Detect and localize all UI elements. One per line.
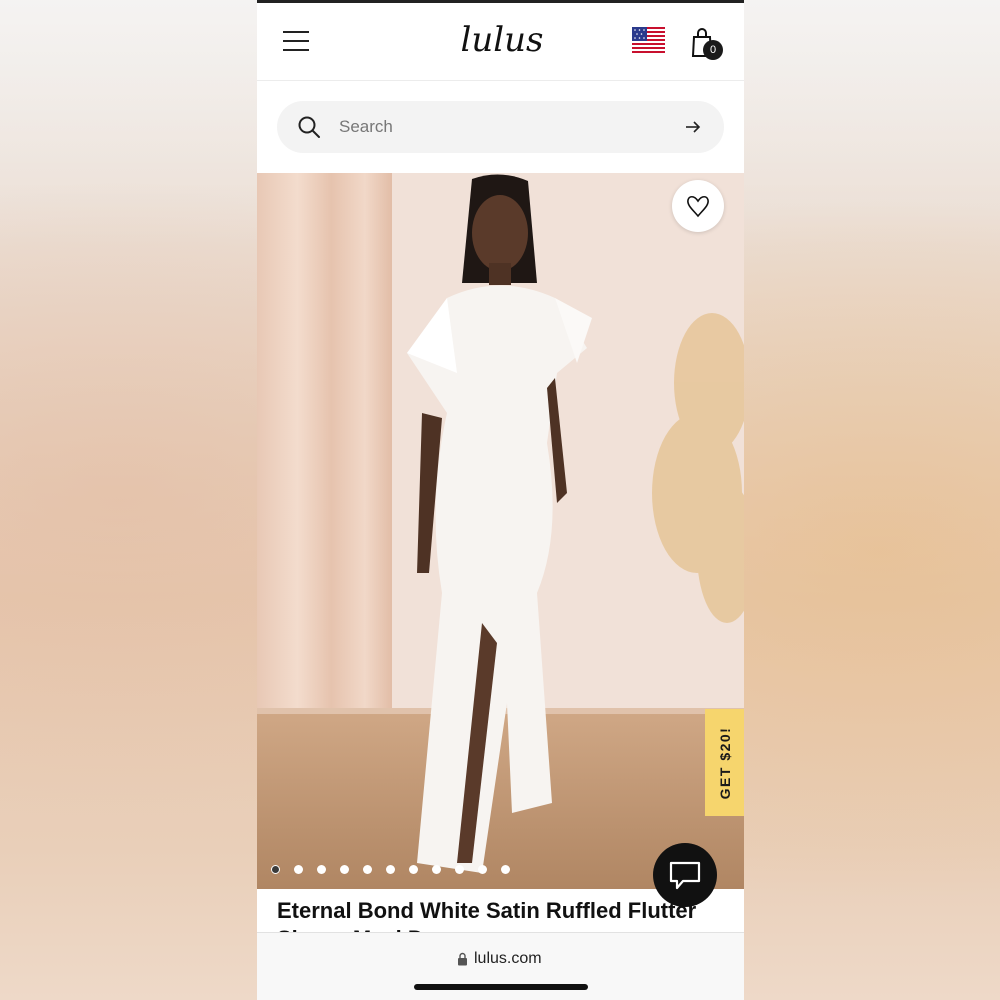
search-bar[interactable] xyxy=(277,101,724,153)
site-header: lulus 0 xyxy=(257,3,744,81)
menu-icon[interactable] xyxy=(283,31,309,51)
carousel-dot[interactable] xyxy=(432,865,441,874)
carousel-dot[interactable] xyxy=(271,865,280,874)
phone-screen: lulus 0 Search GET $20! Eternal Bond Whi… xyxy=(257,0,744,1000)
svg-text:lulus: lulus xyxy=(461,20,544,60)
carousel-dot[interactable] xyxy=(455,865,464,874)
search-input[interactable] xyxy=(339,114,659,140)
url-text: lulus.com xyxy=(474,950,542,967)
lulus-logo[interactable]: lulus xyxy=(447,15,557,65)
lock-icon xyxy=(458,952,467,966)
chat-button[interactable] xyxy=(653,843,717,907)
product-image[interactable]: GET $20! xyxy=(257,173,744,889)
home-indicator xyxy=(414,984,588,990)
arrow-right-icon[interactable] xyxy=(684,118,702,136)
wishlist-button[interactable] xyxy=(672,180,724,232)
browser-url-bar[interactable]: lulus.com xyxy=(257,932,744,1000)
heart-icon xyxy=(687,195,709,218)
chat-icon xyxy=(669,861,701,890)
carousel-dot[interactable] xyxy=(294,865,303,874)
carousel-dot[interactable] xyxy=(386,865,395,874)
promo-label: GET $20! xyxy=(716,726,733,799)
carousel-dot[interactable] xyxy=(363,865,372,874)
carousel-dot[interactable] xyxy=(409,865,418,874)
cart-count-badge: 0 xyxy=(703,40,723,60)
search-icon xyxy=(298,116,320,138)
carousel-dot[interactable] xyxy=(340,865,349,874)
product-photo-illustration xyxy=(257,173,744,889)
carousel-dot[interactable] xyxy=(501,865,510,874)
us-flag-icon[interactable] xyxy=(632,27,665,53)
carousel-dot[interactable] xyxy=(317,865,326,874)
carousel-dot[interactable] xyxy=(478,865,487,874)
promo-tab[interactable]: GET $20! xyxy=(705,709,744,816)
